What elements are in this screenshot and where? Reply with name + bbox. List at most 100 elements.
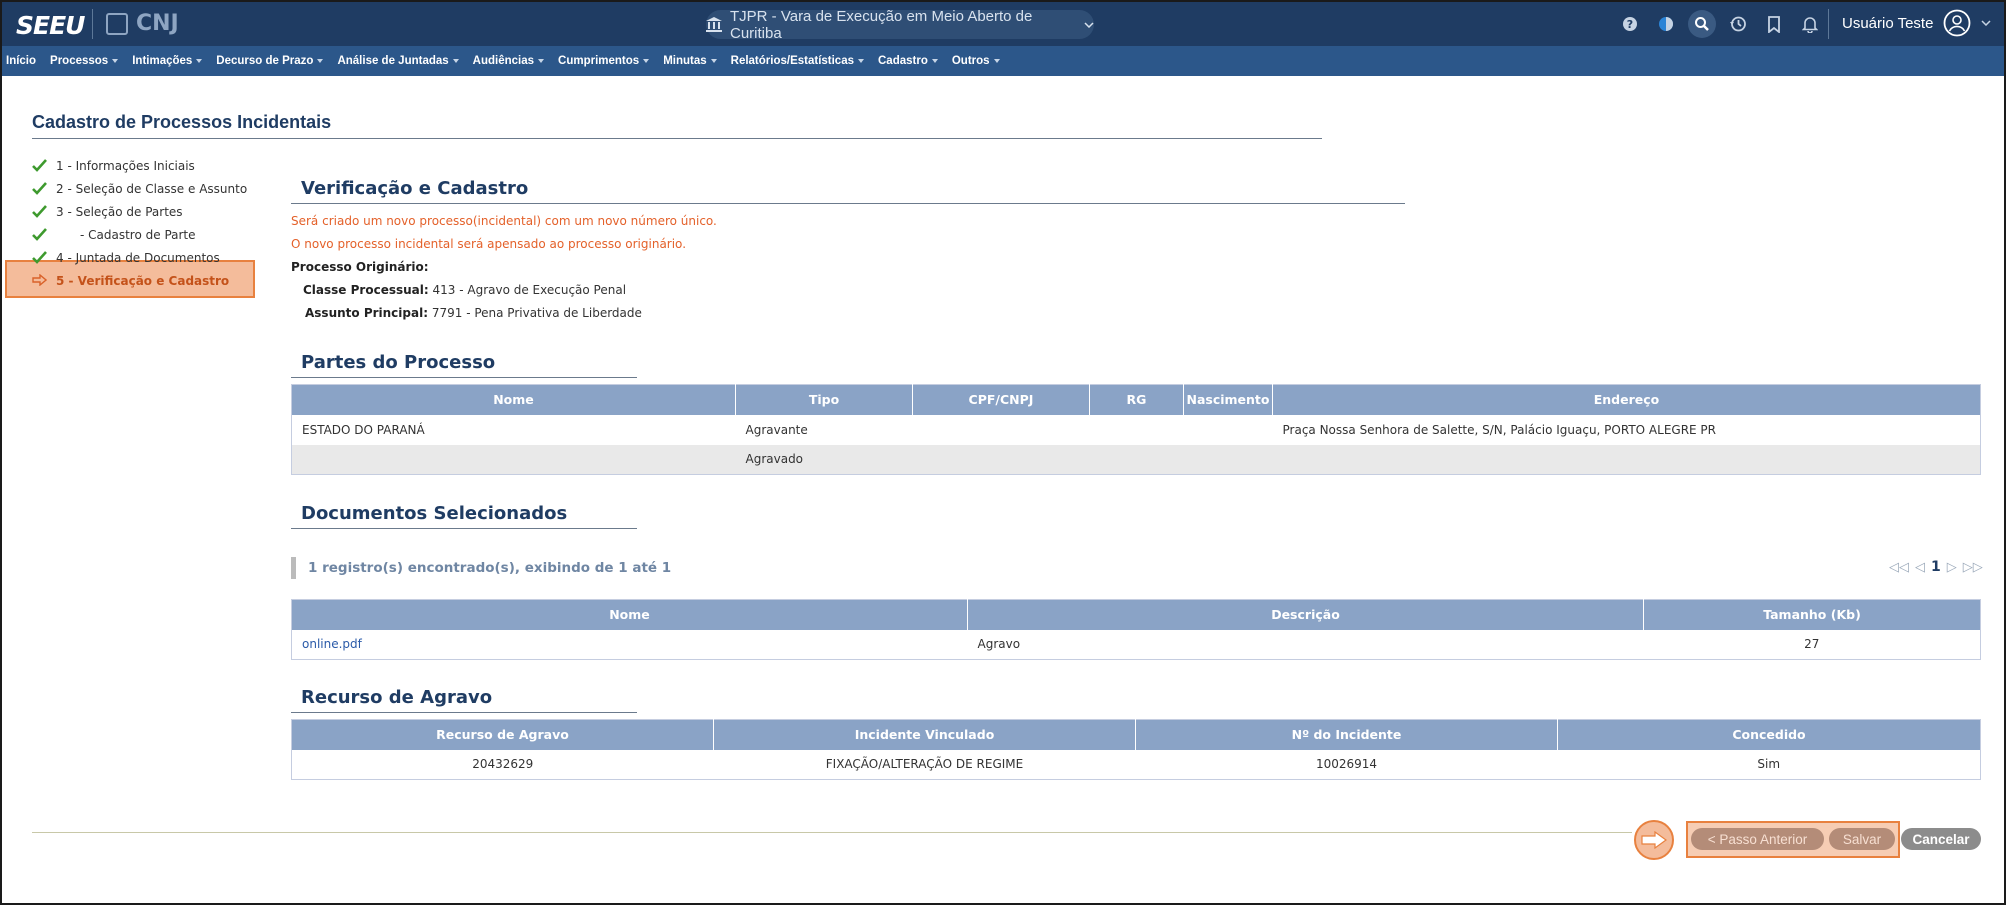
caret-down-icon: [317, 59, 324, 63]
caret-down-icon: [538, 59, 545, 63]
col-header[interactable]: Tamanho (Kb): [1643, 599, 1981, 630]
wizard-step-label: - Cadastro de Parte: [80, 227, 196, 242]
classe-value: 413 - Agravo de Execução Penal: [432, 283, 627, 297]
classe-processual: Classe Processual: 413 - Agravo de Execu…: [303, 283, 626, 297]
menu-item[interactable]: Intimações: [132, 55, 203, 67]
menu-item-label: Análise de Juntadas: [337, 55, 449, 67]
wizard-steps: 1 - Informações Iniciais 2 - Seleção de C…: [32, 154, 282, 292]
wizard-step-label: 5 - Verificação e Cadastro: [56, 273, 230, 288]
caret-down-icon: [931, 59, 938, 63]
caret-down-icon: [112, 59, 119, 63]
menu-item[interactable]: Decurso de Prazo: [216, 55, 324, 67]
recurso-table: Recurso de Agravo Incidente Vinculado Nº…: [291, 719, 1981, 780]
arrow-right-icon: [32, 273, 48, 288]
col-header[interactable]: Nascimento: [1183, 384, 1273, 415]
user-menu[interactable]: Usuário Teste: [1842, 9, 1991, 37]
menu-item[interactable]: Relatórios/Estatísticas: [731, 55, 864, 67]
menu-item[interactable]: Outros: [952, 55, 1000, 67]
menu-item[interactable]: Cumprimentos: [558, 55, 650, 67]
check-icon: [32, 250, 47, 265]
cell-tipo: Agravado: [735, 444, 913, 475]
section-title-partes: Partes do Processo: [301, 352, 496, 373]
col-header[interactable]: CPF/CNPJ: [912, 384, 1090, 415]
col-header[interactable]: Nº do Incidente: [1135, 719, 1558, 750]
caret-down-icon: [452, 59, 459, 63]
court-name: TJPR - Vara de Execução em Meio Aberto d…: [730, 7, 1033, 42]
col-header[interactable]: Nome: [291, 599, 968, 630]
menu-item[interactable]: Minutas: [663, 55, 717, 67]
assunto-label: Assunto Principal:: [305, 306, 429, 320]
check-icon: [32, 227, 47, 242]
section-divider: [291, 203, 1405, 204]
col-header[interactable]: Descrição: [967, 599, 1644, 630]
assunto-value: 7791 - Pena Privativa de Liberdade: [431, 306, 642, 320]
cell-concedido: Sim: [1757, 757, 1781, 772]
arrow-right-icon: [1634, 820, 1674, 860]
cancel-button[interactable]: Cancelar: [1901, 828, 1981, 850]
table-header-row: Recurso de Agravo Incidente Vinculado Nº…: [291, 719, 1981, 750]
cell-tipo: Agravante: [745, 422, 808, 437]
top-bar: SEEU CNJ TJPR - Vara de Execução em Meio…: [2, 2, 2004, 46]
bell-icon[interactable]: [1796, 10, 1824, 38]
col-header[interactable]: Nome: [291, 384, 736, 415]
main-menu: Início Processos Intimações Decurso de Praz…: [2, 46, 2004, 76]
cell-incidente: FIXAÇÃO/ALTERAÇÃO DE REGIME: [825, 757, 1024, 772]
page-frame: SEEU CNJ TJPR - Vara de Execução em Meio…: [0, 0, 2006, 905]
previous-step-button[interactable]: < Passo Anterior: [1691, 828, 1824, 850]
last-page-icon[interactable]: ▷▷: [1963, 560, 1983, 575]
menu-item[interactable]: Cadastro: [878, 55, 938, 67]
cell-nascimento: [1183, 444, 1273, 475]
menu-item[interactable]: Início: [6, 55, 36, 67]
section-divider: [291, 712, 637, 713]
menu-item-label: Relatórios/Estatísticas: [730, 55, 854, 67]
col-header[interactable]: Tipo: [735, 384, 913, 415]
help-icon[interactable]: ?: [1616, 10, 1644, 38]
title-divider: [32, 138, 1322, 139]
col-header[interactable]: RG: [1089, 384, 1184, 415]
contrast-icon[interactable]: [1652, 10, 1680, 38]
cell-nascimento: [1184, 415, 1273, 445]
seeu-logo[interactable]: SEEU: [16, 11, 85, 40]
first-page-icon[interactable]: ◁◁: [1889, 560, 1909, 575]
prev-page-icon[interactable]: ◁: [1915, 560, 1925, 575]
menu-item[interactable]: Processos: [50, 55, 119, 67]
wizard-step: 2 - Seleção de Classe e Assunto: [32, 177, 282, 200]
menu-item[interactable]: Análise de Juntadas: [337, 55, 459, 67]
caret-down-icon: [858, 59, 864, 63]
cell-cpf: [912, 444, 1090, 475]
cell-cpf: [913, 415, 1090, 445]
warning-message-1: Será criado um novo processo(incidental)…: [291, 214, 717, 228]
cell-rg: [1089, 444, 1184, 475]
save-button[interactable]: Salvar: [1829, 828, 1895, 850]
table-header-row: Nome Tipo CPF/CNPJ RG Nascimento Endereç…: [291, 384, 1981, 415]
cell-nome: [291, 444, 736, 475]
caret-down-icon: [196, 59, 203, 63]
next-page-icon[interactable]: ▷: [1947, 560, 1957, 575]
table-row: ESTADO DO PARANÁ Agravante Praça Nossa S…: [292, 415, 1981, 445]
count-marker: [291, 557, 296, 579]
col-header[interactable]: Recurso de Agravo: [291, 719, 714, 750]
col-header[interactable]: Endereço: [1272, 384, 1981, 415]
section-title-verificacao: Verificação e Cadastro: [301, 178, 529, 199]
assunto-principal: Assunto Principal: 7791 - Pena Privativa…: [305, 306, 642, 320]
court-selector[interactable]: TJPR - Vara de Execução em Meio Aberto d…: [706, 7, 1094, 42]
caret-down-icon: [993, 59, 1000, 63]
divider: [1828, 9, 1829, 39]
current-page[interactable]: 1: [1931, 559, 1941, 575]
search-icon[interactable]: [1688, 10, 1716, 38]
bookmark-icon[interactable]: [1760, 10, 1788, 38]
menu-item[interactable]: Audiências: [473, 55, 545, 67]
cell-endereco: Praça Nossa Senhora de Salette, S/N, Pal…: [1282, 422, 1717, 437]
history-icon[interactable]: [1724, 10, 1752, 38]
section-divider: [291, 377, 637, 378]
document-link[interactable]: online.pdf: [302, 637, 362, 651]
cell-doc-name[interactable]: online.pdf: [292, 630, 968, 660]
col-header[interactable]: Concedido: [1557, 719, 1981, 750]
table-row: 20432629 FIXAÇÃO/ALTERAÇÃO DE REGIME 100…: [292, 750, 1981, 780]
classe-label: Classe Processual:: [303, 283, 429, 297]
col-header[interactable]: Incidente Vinculado: [713, 719, 1136, 750]
chevron-down-icon: [1084, 21, 1094, 28]
cell-rg: [1090, 415, 1184, 445]
section-title-documentos: Documentos Selecionados: [301, 503, 568, 524]
records-count: 1 registro(s) encontrado(s), exibindo de…: [308, 560, 672, 576]
